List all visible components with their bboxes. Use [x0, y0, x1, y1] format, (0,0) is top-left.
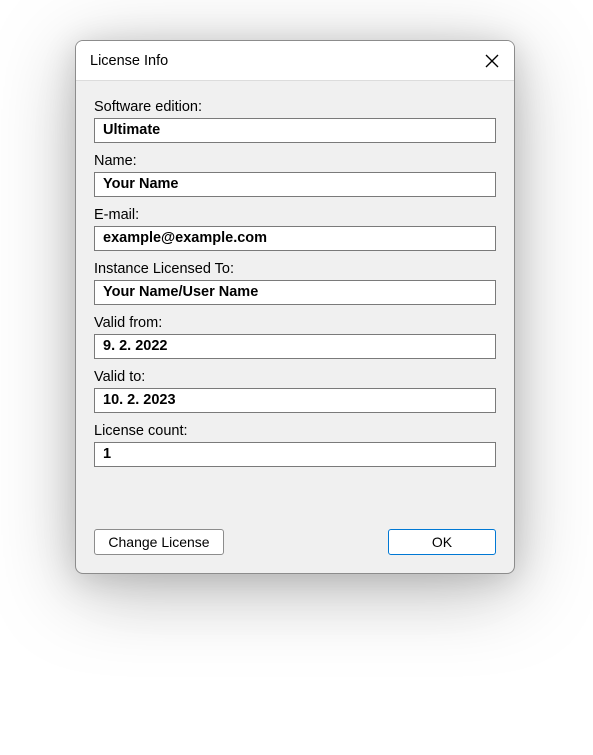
label-licensed-to: Instance Licensed To: [94, 261, 496, 277]
change-license-button[interactable]: Change License [94, 529, 224, 555]
field-license-count: License count: 1 [94, 423, 496, 467]
window-title: License Info [90, 53, 168, 69]
field-software-edition: Software edition: Ultimate [94, 99, 496, 143]
button-row: Change License OK [94, 529, 496, 555]
field-licensed-to: Instance Licensed To: Your Name/User Nam… [94, 261, 496, 305]
license-info-dialog: License Info Software edition: Ultimate … [75, 40, 515, 574]
ok-button[interactable]: OK [388, 529, 496, 555]
value-licensed-to: Your Name/User Name [94, 280, 496, 305]
label-valid-from: Valid from: [94, 315, 496, 331]
value-valid-to: 10. 2. 2023 [94, 388, 496, 413]
label-email: E-mail: [94, 207, 496, 223]
field-email: E-mail: example@example.com [94, 207, 496, 251]
value-software-edition: Ultimate [94, 118, 496, 143]
close-icon[interactable] [484, 53, 500, 69]
dialog-content: Software edition: Ultimate Name: Your Na… [76, 81, 514, 573]
label-valid-to: Valid to: [94, 369, 496, 385]
label-software-edition: Software edition: [94, 99, 496, 115]
value-valid-from: 9. 2. 2022 [94, 334, 496, 359]
label-name: Name: [94, 153, 496, 169]
field-valid-to: Valid to: 10. 2. 2023 [94, 369, 496, 413]
value-email: example@example.com [94, 226, 496, 251]
field-name: Name: Your Name [94, 153, 496, 197]
value-name: Your Name [94, 172, 496, 197]
label-license-count: License count: [94, 423, 496, 439]
field-valid-from: Valid from: 9. 2. 2022 [94, 315, 496, 359]
titlebar: License Info [76, 41, 514, 81]
value-license-count: 1 [94, 442, 496, 467]
